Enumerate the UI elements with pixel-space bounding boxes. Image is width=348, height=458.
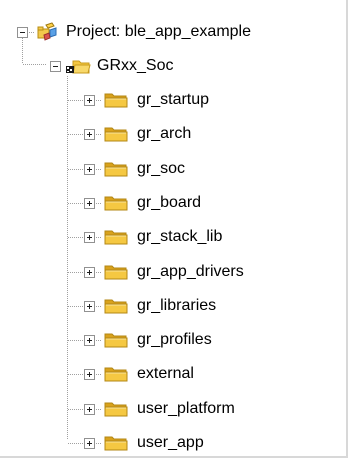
- tree-node-label: user_platform: [137, 400, 235, 417]
- tree-node-label: gr_app_drivers: [137, 263, 244, 280]
- tree-node-group[interactable]: gr_profiles: [84, 328, 212, 352]
- tree-connector: [68, 134, 84, 135]
- tree-connector: [96, 339, 102, 341]
- tree-connector: [68, 443, 84, 444]
- folder-icon: [104, 196, 128, 211]
- target-folder-icon: [66, 60, 91, 74]
- tree-connector: [68, 340, 84, 341]
- tree-node-label: gr_stack_lib: [137, 228, 223, 245]
- tree-connector: [68, 237, 84, 238]
- folder-icon: [104, 93, 128, 108]
- tree-node-group[interactable]: external: [84, 362, 194, 386]
- tree-node-label: gr_arch: [137, 125, 192, 142]
- collapse-toggle[interactable]: [17, 26, 28, 38]
- tree-node-group[interactable]: gr_app_drivers: [84, 260, 244, 284]
- tree-node-label: GRxx_Soc: [97, 57, 174, 74]
- collapse-toggle[interactable]: [50, 60, 61, 72]
- tree-node-group[interactable]: gr_libraries: [84, 294, 216, 318]
- expand-toggle[interactable]: [84, 163, 95, 175]
- tree-connector: [68, 169, 84, 170]
- tree-node-label: user_app: [137, 434, 204, 451]
- tree-node-label: gr_libraries: [137, 297, 217, 314]
- folder-icon: [104, 230, 128, 245]
- expand-toggle[interactable]: [84, 231, 95, 243]
- expand-toggle[interactable]: [84, 334, 95, 346]
- tree-node-label: Project: ble_app_example: [66, 23, 252, 40]
- tree-node-label: gr_startup: [137, 91, 210, 108]
- expand-toggle[interactable]: [84, 300, 95, 312]
- tree-connector: [96, 99, 102, 101]
- tree-connector: [96, 202, 102, 204]
- expand-toggle[interactable]: [84, 437, 95, 449]
- tree-connector: [68, 100, 84, 101]
- tree-connector: [96, 271, 102, 273]
- folder-icon: [104, 333, 128, 348]
- tree-connector: [96, 168, 102, 170]
- tree-connector: [96, 305, 102, 307]
- tree-node-label: gr_soc: [137, 160, 186, 177]
- tree-connector: [96, 373, 102, 375]
- project-panel: Project: ble_app_example GRxx_Soc gr_sta…: [0, 0, 348, 458]
- tree-connector: [96, 442, 102, 444]
- tree-node-project[interactable]: Project: ble_app_example: [17, 20, 251, 44]
- folder-icon: [104, 162, 128, 177]
- tree-connector: [68, 203, 84, 204]
- tree-node-group[interactable]: user_platform: [84, 397, 235, 421]
- tree-node-target[interactable]: GRxx_Soc: [50, 54, 173, 78]
- tree-node-group[interactable]: gr_arch: [84, 122, 191, 146]
- project-tree: Project: ble_app_example GRxx_Soc gr_sta…: [0, 0, 346, 456]
- tree-connector: [68, 272, 84, 273]
- tree-node-group[interactable]: gr_startup: [84, 88, 209, 112]
- expand-toggle[interactable]: [84, 128, 95, 140]
- folder-icon: [104, 367, 128, 382]
- folder-icon: [104, 127, 128, 142]
- tree-connector: [67, 76, 68, 440]
- tree-node-group[interactable]: gr_stack_lib: [84, 225, 222, 249]
- expand-toggle[interactable]: [84, 403, 95, 415]
- tree-connector: [68, 306, 84, 307]
- expand-toggle[interactable]: [84, 368, 95, 380]
- expand-toggle[interactable]: [84, 266, 95, 278]
- tree-connector: [23, 64, 47, 65]
- folder-icon: [104, 436, 128, 451]
- tree-connector: [96, 133, 102, 135]
- folder-icon: [104, 299, 128, 314]
- tree-node-group[interactable]: user_app: [84, 431, 204, 455]
- tree-node-group[interactable]: gr_board: [84, 191, 201, 215]
- expand-toggle[interactable]: [84, 197, 95, 209]
- project-icon: [37, 22, 57, 41]
- tree-connector: [29, 31, 35, 33]
- tree-node-label: gr_board: [137, 194, 202, 211]
- folder-icon: [104, 265, 128, 280]
- tree-node-group[interactable]: gr_soc: [84, 157, 185, 181]
- folder-icon: [104, 402, 128, 417]
- expand-toggle[interactable]: [84, 94, 95, 106]
- tree-node-label: external: [137, 365, 194, 382]
- tree-connector: [68, 409, 84, 410]
- tree-connector: [96, 408, 102, 410]
- tree-connector: [96, 236, 102, 238]
- tree-node-label: gr_profiles: [137, 331, 212, 348]
- tree-connector: [68, 374, 84, 375]
